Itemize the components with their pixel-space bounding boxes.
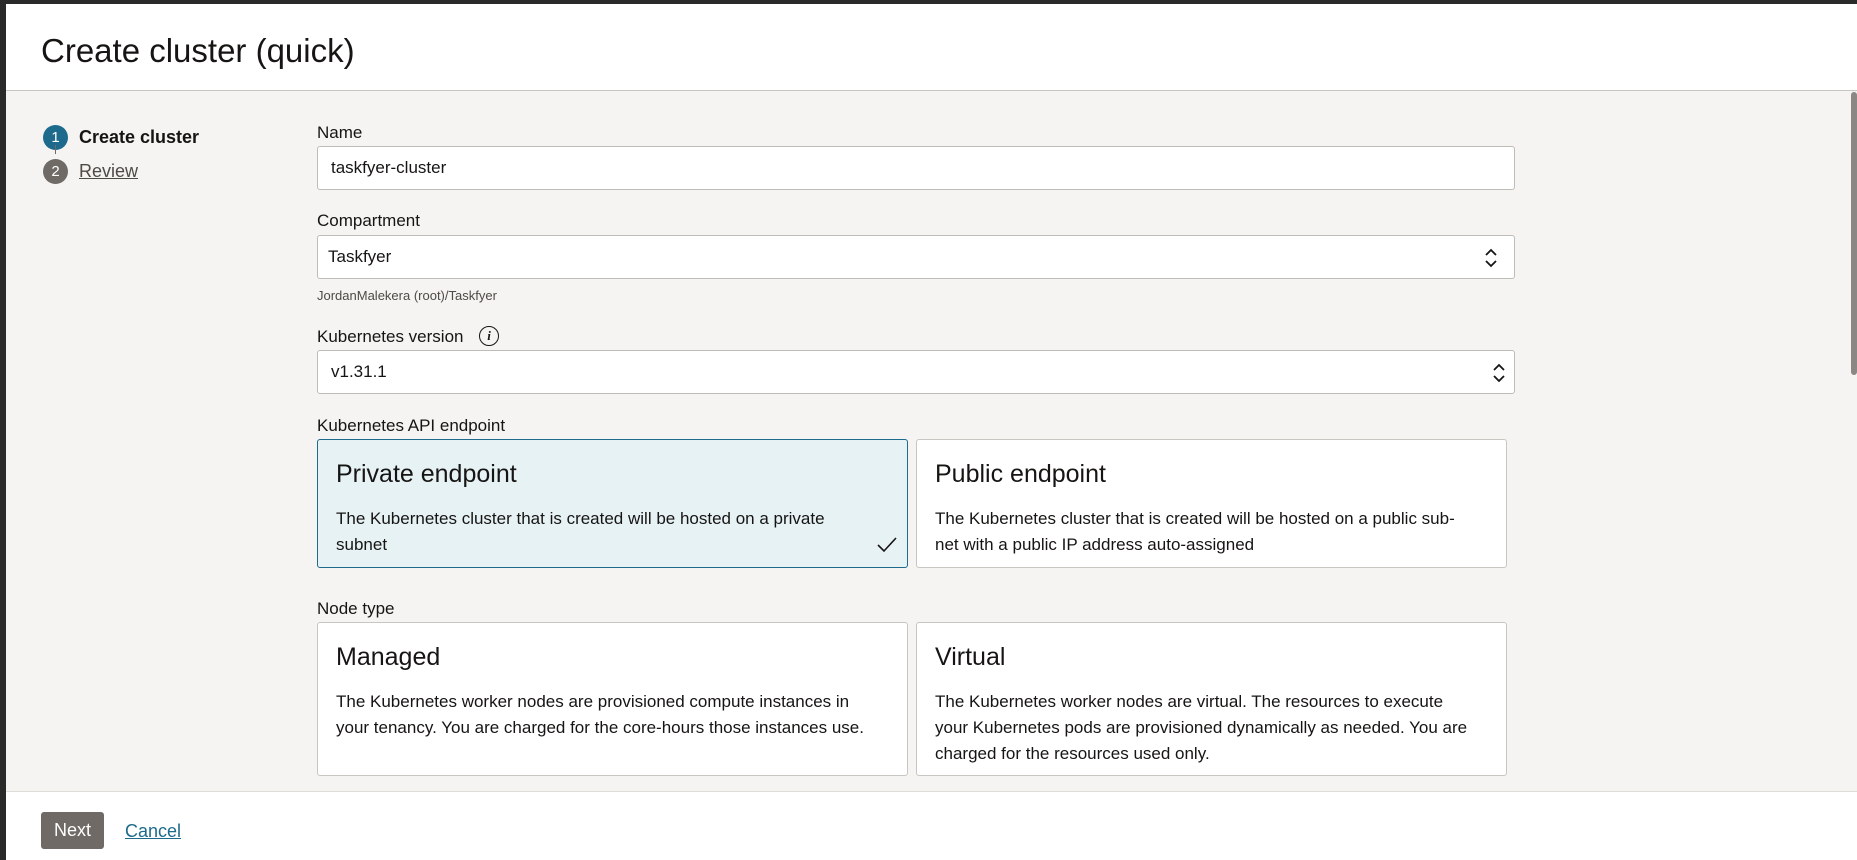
vertical-scrollbar[interactable]: [1851, 92, 1857, 375]
wizard-footer: Next Cancel: [6, 791, 1857, 860]
checkmark-icon: [877, 537, 897, 553]
step-1-label: Create cluster: [79, 126, 200, 147]
create-cluster-panel: Create cluster (quick) 1 Create cluster …: [6, 4, 1857, 860]
virtual-title: Virtual: [935, 643, 1006, 671]
name-label: Name: [317, 123, 363, 142]
node-type-label: Node type: [317, 599, 395, 618]
public-endpoint-title: Public endpoint: [935, 460, 1106, 488]
k8s-version-label: Kubernetes version: [317, 327, 464, 346]
compartment-value: Taskfyer: [328, 247, 392, 266]
managed-node-card[interactable]: Managed The Kubernetes worker nodes are …: [317, 622, 908, 776]
public-endpoint-card[interactable]: Public endpoint The Kubernetes cluster t…: [916, 439, 1507, 568]
step-2-link[interactable]: Review: [79, 161, 138, 182]
next-button[interactable]: Next: [41, 812, 104, 849]
compartment-select[interactable]: Taskfyer: [317, 235, 1515, 279]
page-title: Create cluster (quick): [41, 32, 355, 69]
page-header: Create cluster (quick): [6, 4, 1857, 91]
cancel-link[interactable]: Cancel: [125, 821, 181, 842]
api-endpoint-label: Kubernetes API endpoint: [317, 416, 506, 435]
chevron-up-down-icon: [1485, 248, 1497, 268]
step-create-cluster: 1 Create cluster: [43, 120, 199, 154]
info-icon[interactable]: i: [479, 326, 499, 346]
virtual-description: The Kubernetes worker nodes are virtual.…: [935, 692, 1468, 763]
chevron-up-down-icon: [1493, 363, 1505, 383]
private-endpoint-title: Private endpoint: [336, 460, 517, 488]
virtual-node-card[interactable]: Virtual The Kubernetes worker nodes are …: [916, 622, 1507, 776]
step-connector: [55, 145, 56, 154]
step-review[interactable]: 2 Review: [43, 154, 199, 188]
compartment-path-helper: JordanMalekera (root)/Taskfyer: [317, 288, 497, 303]
public-endpoint-description: The Kubernetes cluster that is created w…: [935, 509, 1455, 554]
k8s-version-select[interactable]: v1.31.1: [317, 350, 1515, 394]
managed-title: Managed: [336, 643, 441, 671]
k8s-version-value: v1.31.1: [331, 362, 387, 381]
name-value: taskfyer-cluster: [331, 158, 447, 177]
private-endpoint-description: The Kubernetes cluster that is created w…: [336, 509, 825, 554]
compartment-label: Compartment: [317, 211, 420, 230]
private-endpoint-card[interactable]: Private endpoint The Kubernetes cluster …: [317, 439, 908, 568]
managed-description: The Kubernetes worker nodes are provisio…: [336, 692, 864, 737]
name-input[interactable]: taskfyer-cluster: [317, 146, 1515, 190]
step-2-badge: 2: [43, 158, 68, 184]
wizard-steps: 1 Create cluster 2 Review: [43, 120, 199, 188]
